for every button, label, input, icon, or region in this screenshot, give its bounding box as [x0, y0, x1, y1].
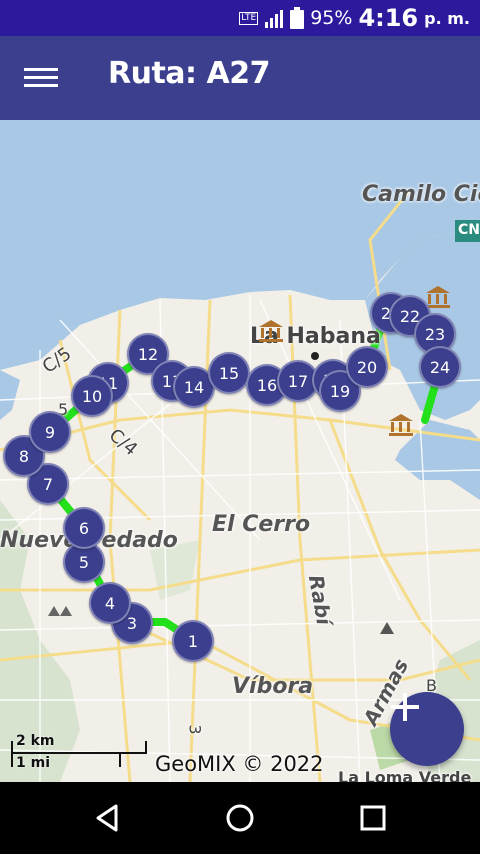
museum-icon — [389, 414, 413, 436]
home-icon[interactable] — [222, 800, 258, 836]
place-label-loma: La Loma Verde — [338, 768, 472, 782]
hamburger-menu-icon[interactable] — [24, 64, 58, 92]
peak-icon — [48, 606, 72, 616]
page-title: Ruta: A27 — [108, 56, 270, 91]
scale-label-km: 2 km — [16, 733, 55, 749]
route-stop-marker[interactable]: 24 — [419, 346, 461, 388]
clock-time: 4:16 — [358, 4, 419, 32]
place-label-el-cerro: El Cerro — [212, 512, 311, 537]
street-label-3: 3 — [185, 724, 205, 735]
battery-icon — [290, 7, 305, 29]
place-label-cn: CN — [458, 222, 480, 238]
scale-label-mi: 1 mi — [16, 755, 51, 771]
app-bar: Ruta: A27 — [0, 36, 480, 120]
route-stop-marker[interactable]: 9 — [29, 411, 71, 453]
back-icon[interactable] — [90, 800, 126, 836]
android-nav-bar — [0, 782, 480, 854]
lte-icon: LTE — [239, 11, 259, 25]
place-label-camilo: Camilo Cie — [362, 182, 480, 207]
route-stop-marker[interactable]: 10 — [71, 375, 113, 417]
city-center-dot — [311, 352, 319, 360]
clock-ampm: p. m. — [424, 8, 470, 28]
route-stop-marker[interactable]: 4 — [89, 582, 131, 624]
status-bar: LTE 95% 4:16 p. m. — [0, 0, 480, 36]
plus-icon — [391, 693, 419, 721]
route-stop-marker[interactable]: 6 — [63, 507, 105, 549]
museum-icon — [259, 320, 283, 342]
place-label-vibora: Víbora — [232, 674, 314, 699]
route-stop-marker[interactable]: 1 — [172, 620, 214, 662]
route-stop-marker[interactable]: 15 — [208, 352, 250, 394]
map-scale-bar: 2 km 1 mi — [10, 733, 150, 773]
recents-icon[interactable] — [355, 800, 391, 836]
peak-icon — [380, 622, 394, 634]
route-map[interactable]: La Habana Camilo Cie CN El Cerro Nuevo V… — [0, 120, 480, 782]
map-credit: GeoMIX © 2022 — [155, 752, 324, 776]
signal-icon — [265, 10, 284, 28]
add-button[interactable] — [390, 692, 464, 766]
battery-percent: 95% — [310, 7, 353, 29]
route-stop-marker[interactable]: 20 — [346, 346, 388, 388]
